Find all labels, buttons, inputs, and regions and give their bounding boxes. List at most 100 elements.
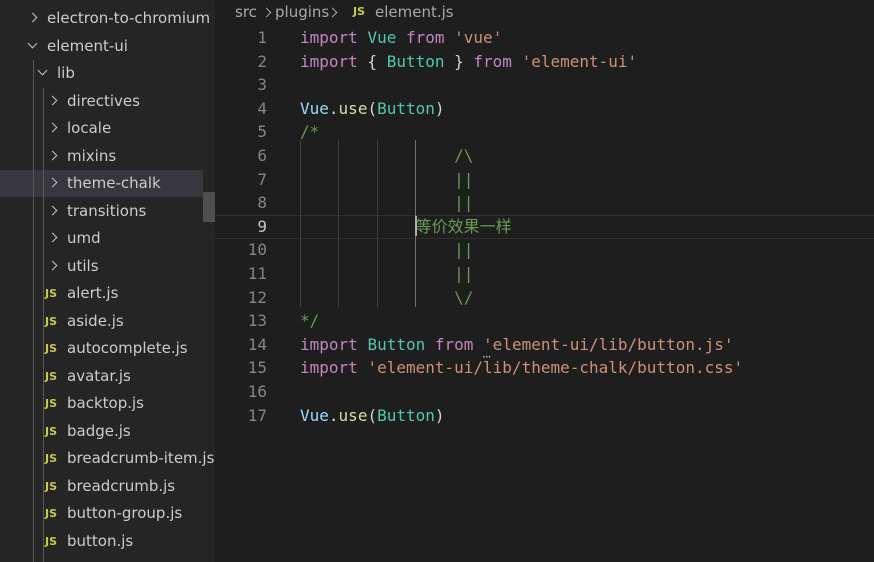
line-number: 2 [257,51,267,71]
chevron-down-icon [27,38,38,48]
folder-item-element-ui[interactable]: element-ui [0,33,215,60]
code-token: || [300,240,474,260]
code-text: import Button from 'element-ui/lib/butto… [300,333,734,357]
sidebar-scrollbar[interactable] [203,192,215,222]
code-text: /* [300,120,319,144]
code-token: ( [367,98,378,118]
chevron-down-icon [37,65,48,76]
code-text: import { Button } from 'element-ui' [300,50,637,74]
breadcrumb-file[interactable]: element.js [375,0,454,24]
indent-guide [377,140,378,308]
code-line[interactable]: 15 import 'element-ui/lib/theme-chalk/but… [215,356,874,380]
code-line[interactable]: 5 /* [215,120,874,144]
tree-item-label: theme-chalk [67,174,161,192]
code-token: from [434,334,474,354]
code-line[interactable]: 17 Vue.use(Button) [215,404,874,428]
chevron-right-icon [47,95,58,105]
indent-guide [338,140,339,308]
js-file-icon: JS [45,534,58,548]
code-line[interactable]: 9 等价效果一样 [215,214,874,239]
chevron-right-icon [27,12,38,23]
code-text: || [300,262,473,286]
breadcrumb-src[interactable]: src [235,0,257,24]
code-text: || [300,238,473,262]
line-number: 4 [257,98,267,118]
line-number: 12 [247,287,267,307]
line-number: 5 [257,122,267,142]
line-number: 1 [257,28,267,47]
code-token: ) [434,98,445,118]
code-line[interactable]: 4 Vue.use(Button) [215,97,874,121]
code-token: Vue [300,405,329,425]
code-line[interactable]: 8 || [215,191,874,215]
code-editor[interactable]: 1 import Vue from 'vue' 2 import { Button }… [215,26,874,562]
code-text: || [300,191,473,215]
chevron-right-icon [47,232,58,243]
code-token: Button [377,405,435,425]
code-line[interactable]: 1 import Vue from 'vue' [215,26,874,50]
code-line[interactable]: 13 */ [215,309,874,333]
tree-item-label: button-group.js [67,504,183,522]
line-number: 8 [257,193,267,213]
js-file-icon: JS [45,287,58,300]
code-token: */ [300,311,320,331]
tree-item-label: button.js [67,531,134,550]
js-file-icon: JS [45,397,58,410]
folder-item-electron-to-chromium[interactable]: electron-to-chromium [0,5,215,32]
code-line[interactable]: 2 import { Button } from 'element-ui' [215,50,874,74]
tree-item-label: lib [57,64,75,82]
code-line[interactable]: 6 /\ [215,144,874,168]
code-token: { [357,51,387,71]
line-number: 16 [247,382,267,401]
tree-item-label: transitions [67,201,147,220]
code-line[interactable]: 14 import Button from 'element-ui/lib/but… [215,333,874,357]
code-text: Vue.use(Button) [300,97,445,121]
code-line[interactable]: 12 \/ [215,286,874,310]
code-line[interactable]: 3 [215,73,874,97]
code-text: 等价效果一样 [300,216,512,238]
chevron-right-icon [47,150,58,160]
line-number: 17 [247,405,267,425]
line-number: 14 [247,334,267,354]
js-file-icon: JS [45,369,58,383]
tree-item-label: element-ui [47,36,128,55]
code-line[interactable]: 10 || [215,238,874,262]
indent-guide [300,140,301,308]
code-token: Vue [300,98,329,118]
tree-indent-guide [43,88,44,562]
code-token: Button [367,334,426,354]
tree-item-label: aside.js [67,311,124,330]
code-token: 'element-ui/lib/theme-chalk/button.css' [367,358,744,378]
explorer-sidebar: electron-to-chromium element-ui lib directi… [0,0,215,562]
chevron-right-icon [47,177,58,188]
code-token: ( [367,405,378,425]
code-line[interactable]: 11 || [215,262,874,286]
code-token: from [473,51,512,71]
code-token: import [300,358,358,378]
tree-item-label: alert.js [67,284,119,302]
code-token: 'element-ui' [521,51,638,71]
folder-item-theme-chalk[interactable]: theme-chalk [0,170,203,197]
code-token: \/ [300,287,474,307]
code-token: Button [377,98,435,118]
line-number: 10 [247,240,267,260]
chevron-right-icon [261,7,272,18]
code-token: } [444,51,474,71]
code-line[interactable]: 16 [215,380,874,404]
code-line[interactable]: 7 || [215,168,874,192]
breadcrumb-plugins[interactable]: plugins [275,0,329,24]
line-number: 7 [257,169,267,189]
code-text: \/ [300,286,473,310]
js-file-icon: JS [353,5,366,18]
line-number: 9 [257,216,267,236]
code-token: use [338,98,368,118]
code-text: import 'element-ui/lib/theme-chalk/butto… [300,356,743,380]
tree-item-label: breadcrumb-item.js [67,449,215,467]
tree-item-label: autocomplete.js [67,339,188,357]
